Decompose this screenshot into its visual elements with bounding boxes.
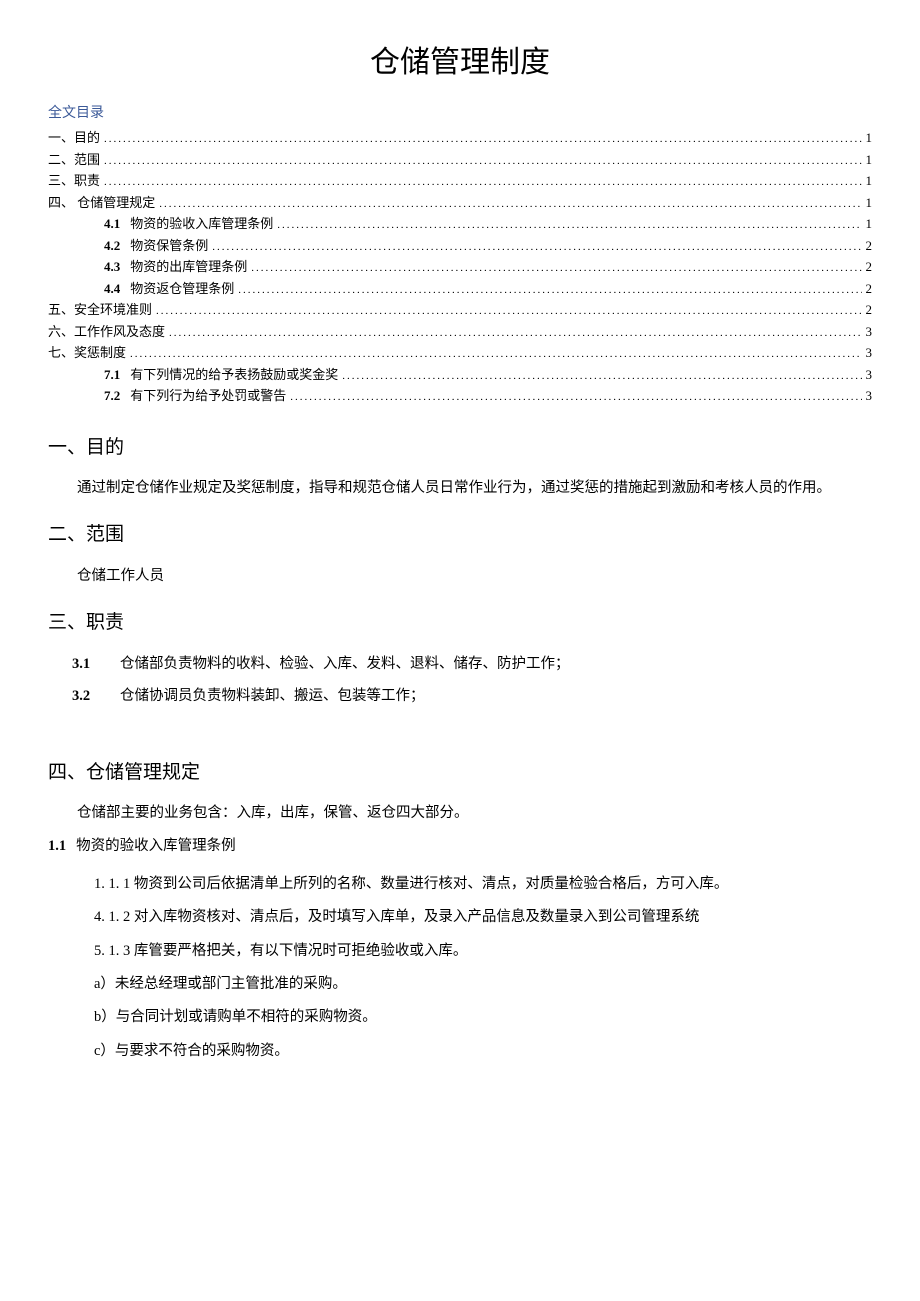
list-item: 5. 1. 3 库管要严格把关，有以下情况时可拒绝验收或入库。 [48, 935, 872, 968]
toc-item: 一、目的1 [48, 128, 872, 148]
section-heading-purpose: 一、目的 [48, 434, 872, 463]
toc-subitem: 4.4物资返仓管理条例2 [48, 279, 872, 299]
section-body: 通过制定仓储作业规定及奖惩制度，指导和规范仓储人员日常作业行为，通过奖惩的措施起… [48, 474, 872, 503]
duty-item: 3.2 仓储协调员负责物料装卸、搬运、包装等工作； [48, 681, 872, 713]
list-item: a）未经总经理或部门主管批准的采购。 [48, 968, 872, 1001]
toc-item: 三、职责1 [48, 171, 872, 191]
toc-heading: 全文目录 [48, 103, 872, 124]
item-number: 3.2 [72, 681, 120, 713]
toc-subitem: 4.3物资的出库管理条例2 [48, 257, 872, 277]
list-item: c）与要求不符合的采购物资。 [48, 1035, 872, 1068]
item-number: 3.1 [72, 649, 120, 681]
section-heading-duties: 三、职责 [48, 609, 872, 638]
toc-item: 二、范围1 [48, 150, 872, 170]
toc-item: 七、奖惩制度3 [48, 343, 872, 363]
subsection-title: 物资的验收入库管理条例 [76, 838, 236, 854]
toc-subitem: 7.2有下列行为给予处罚或警告3 [48, 386, 872, 406]
duty-item: 3.1 仓储部负责物料的收料、检验、入库、发料、退料、储存、防护工作； [48, 649, 872, 681]
toc-item: 五、安全环境准则2 [48, 300, 872, 320]
list-item: 1. 1. 1 物资到公司后依据清单上所列的名称、数量进行核对、清点，对质量检验… [48, 868, 872, 901]
subsection-heading: 1.1 物资的验收入库管理条例 [48, 836, 872, 858]
document-title: 仓储管理制度 [48, 40, 872, 85]
section-heading-regulations: 四、仓储管理规定 [48, 759, 872, 788]
toc-subitem: 4.1物资的验收入库管理条例1 [48, 214, 872, 234]
toc-item: 四、 仓储管理规定1 [48, 193, 872, 213]
toc-subitem: 7.1有下列情况的给予表扬鼓励或奖金奖3 [48, 365, 872, 385]
subsection-number: 1.1 [48, 838, 66, 854]
section-intro: 仓储部主要的业务包含：入库，出库，保管、返仓四大部分。 [48, 799, 872, 828]
list-item: 4. 1. 2 对入库物资核对、清点后，及时填写入库单，及录入产品信息及数量录入… [48, 901, 872, 934]
toc-subitem: 4.2物资保管条例2 [48, 236, 872, 256]
section-heading-scope: 二、范围 [48, 521, 872, 550]
item-text: 仓储部负责物料的收料、检验、入库、发料、退料、储存、防护工作； [120, 649, 872, 681]
item-text: 仓储协调员负责物料装卸、搬运、包装等工作； [120, 681, 872, 713]
toc-item: 六、工作作风及态度3 [48, 322, 872, 342]
list-item: b）与合同计划或请购单不相符的采购物资。 [48, 1001, 872, 1034]
section-body: 仓储工作人员 [48, 562, 872, 591]
toc: 一、目的1 二、范围1 三、职责1 四、 仓储管理规定1 4.1物资的验收入库管… [48, 128, 872, 406]
